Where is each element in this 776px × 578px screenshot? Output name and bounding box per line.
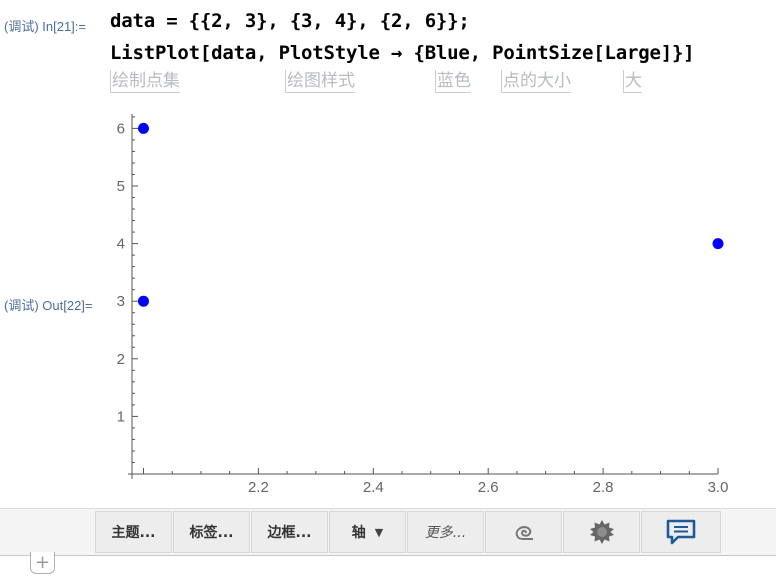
x-tick-label: 2.6 [478, 479, 499, 496]
x-tick-label: 2.2 [248, 479, 269, 496]
scatter-plot[interactable]: 1 2 3 4 5 6 2.2 2.4 2.6 2.8 3.0 [0, 0, 776, 508]
y-tick-label: 2 [117, 351, 125, 368]
frame-button-label: 边框... [267, 525, 312, 541]
data-point [712, 238, 724, 250]
y-tick-label: 6 [117, 120, 125, 137]
plot-points [137, 122, 724, 307]
labels-button-label: 标签... [189, 525, 234, 541]
add-cell-button[interactable]: + [30, 552, 55, 574]
theme-button[interactable]: 主题... [95, 511, 172, 553]
gear-button[interactable] [563, 511, 640, 553]
axes-button[interactable]: 轴 ▼ [329, 511, 406, 553]
theme-button-label: 主题... [111, 525, 156, 541]
plus-icon: + [34, 552, 51, 573]
data-point [137, 295, 149, 307]
chat-button[interactable] [641, 511, 721, 553]
plot-axes: 1 2 3 4 5 6 2.2 2.4 2.6 2.8 3.0 [117, 114, 729, 496]
more-button[interactable]: 更多... [407, 511, 484, 553]
y-tick-label: 4 [117, 236, 125, 253]
x-tick-label: 2.8 [593, 479, 614, 496]
y-tick-label: 3 [117, 293, 125, 310]
frame-button[interactable]: 边框... [251, 511, 328, 553]
axes-button-label: 轴 [351, 525, 366, 541]
dropdown-arrow-icon: ▼ [374, 525, 384, 539]
more-button-label: 更多... [424, 525, 467, 541]
plot-toolbar: 主题... 标签... 边框... 轴 ▼ 更多... [0, 508, 776, 556]
spiral-button[interactable] [485, 511, 562, 553]
x-tick-label: 2.4 [363, 479, 384, 496]
x-tick-label: 3.0 [708, 479, 729, 496]
y-tick-label: 1 [117, 408, 125, 425]
data-point [137, 122, 149, 134]
spiral-icon [515, 526, 533, 540]
gear-icon [589, 520, 614, 544]
labels-button[interactable]: 标签... [173, 511, 250, 553]
y-tick-label: 5 [117, 178, 125, 195]
chat-icon [666, 519, 696, 545]
